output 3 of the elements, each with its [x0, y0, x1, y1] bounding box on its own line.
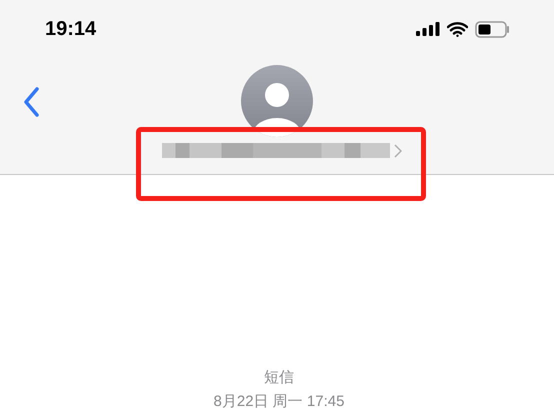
service-label: 短信 — [264, 368, 294, 388]
status-time: 19:14 — [45, 18, 96, 40]
message-timestamp: 8月22日 周一 17:45 — [214, 392, 344, 412]
